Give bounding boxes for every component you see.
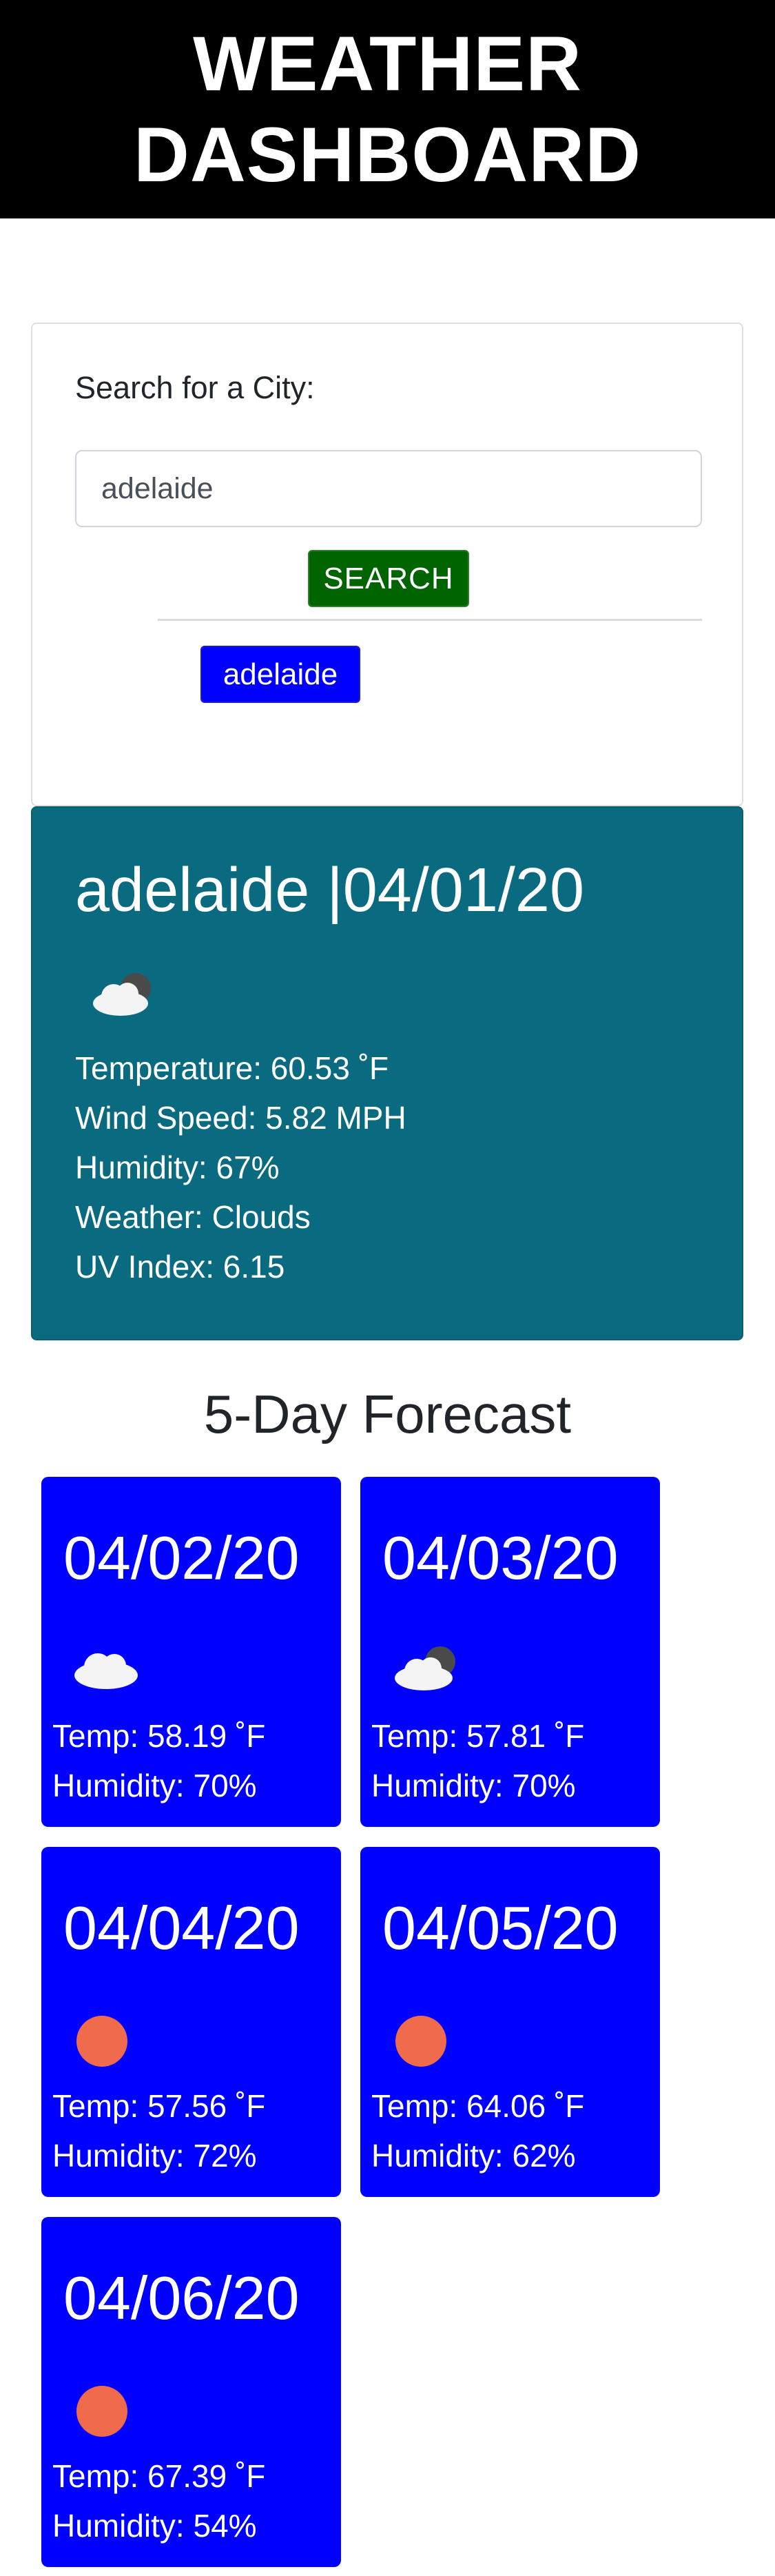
forecast-temp: Temp: 64.06 ˚F — [371, 2088, 585, 2124]
cloud-partly-icon — [93, 973, 151, 1016]
current-uv-index: UV Index: 6.15 — [75, 1249, 285, 1285]
sun-icon — [76, 2016, 127, 2067]
page-title-line1: WEATHER — [193, 20, 582, 107]
forecast-heading: 5-Day Forecast — [203, 1384, 572, 1444]
forecast-humidity: Humidity: 70% — [52, 1768, 257, 1803]
search-card: Search for a City: SEARCH adelaide — [31, 323, 743, 806]
forecast-card: 04/02/20 Temp: 58.19 ˚F Humidity: 70% — [41, 1477, 341, 1827]
page-header: WEATHER DASHBOARD — [0, 0, 775, 218]
current-weather: Weather: Clouds — [75, 1199, 311, 1235]
current-wind-speed: Wind Speed: 5.82 MPH — [75, 1100, 406, 1136]
forecast-card: 04/06/20 Temp: 67.39 ˚F Humidity: 54% — [41, 2217, 341, 2567]
forecast-date: 04/02/20 — [63, 1524, 300, 1592]
forecast-temp: Temp: 57.81 ˚F — [371, 1718, 585, 1754]
forecast-card: 04/04/20 Temp: 57.56 ˚F Humidity: 72% — [41, 1847, 341, 2197]
sun-icon — [395, 2016, 446, 2067]
current-temperature: Temperature: 60.53 ˚F — [75, 1050, 389, 1086]
search-input[interactable] — [75, 450, 702, 527]
forecast-card: 04/05/20 Temp: 64.06 ˚F Humidity: 62% — [360, 1847, 660, 2197]
cloud-partly-icon — [395, 1646, 455, 1690]
forecast-humidity: Humidity: 54% — [52, 2508, 257, 2544]
forecast-date: 04/05/20 — [382, 1894, 619, 1962]
forecast-date: 04/04/20 — [63, 1894, 300, 1962]
search-label: Search for a City: — [75, 370, 315, 405]
forecast-card: 04/03/20 Temp: 57.81 ˚F Humidity: 70% — [360, 1477, 660, 1827]
current-weather-card: adelaide |04/01/20 Temperature: 60.53 ˚F… — [31, 806, 743, 1340]
forecast-humidity: Humidity: 70% — [371, 1768, 576, 1803]
sun-icon — [76, 2386, 127, 2437]
forecast-temp: Temp: 67.39 ˚F — [52, 2458, 266, 2494]
page-title-line2: DASHBOARD — [134, 111, 641, 198]
current-humidity: Humidity: 67% — [75, 1149, 280, 1185]
forecast-date: 04/03/20 — [382, 1524, 619, 1592]
page-title: WEATHER DASHBOARD — [134, 19, 641, 201]
forecast-temp: Temp: 58.19 ˚F — [52, 1718, 266, 1754]
forecast-humidity: Humidity: 62% — [371, 2138, 576, 2174]
search-button[interactable]: SEARCH — [308, 550, 469, 607]
forecast-temp: Temp: 57.56 ˚F — [52, 2088, 266, 2124]
forecast-humidity: Humidity: 72% — [52, 2138, 257, 2174]
forecast-date: 04/06/20 — [63, 2264, 300, 2332]
current-city-title: adelaide |04/01/20 — [75, 856, 585, 925]
history-city-button[interactable]: adelaide — [200, 646, 360, 703]
search-divider — [158, 619, 702, 621]
cloud-icon — [74, 1653, 138, 1689]
